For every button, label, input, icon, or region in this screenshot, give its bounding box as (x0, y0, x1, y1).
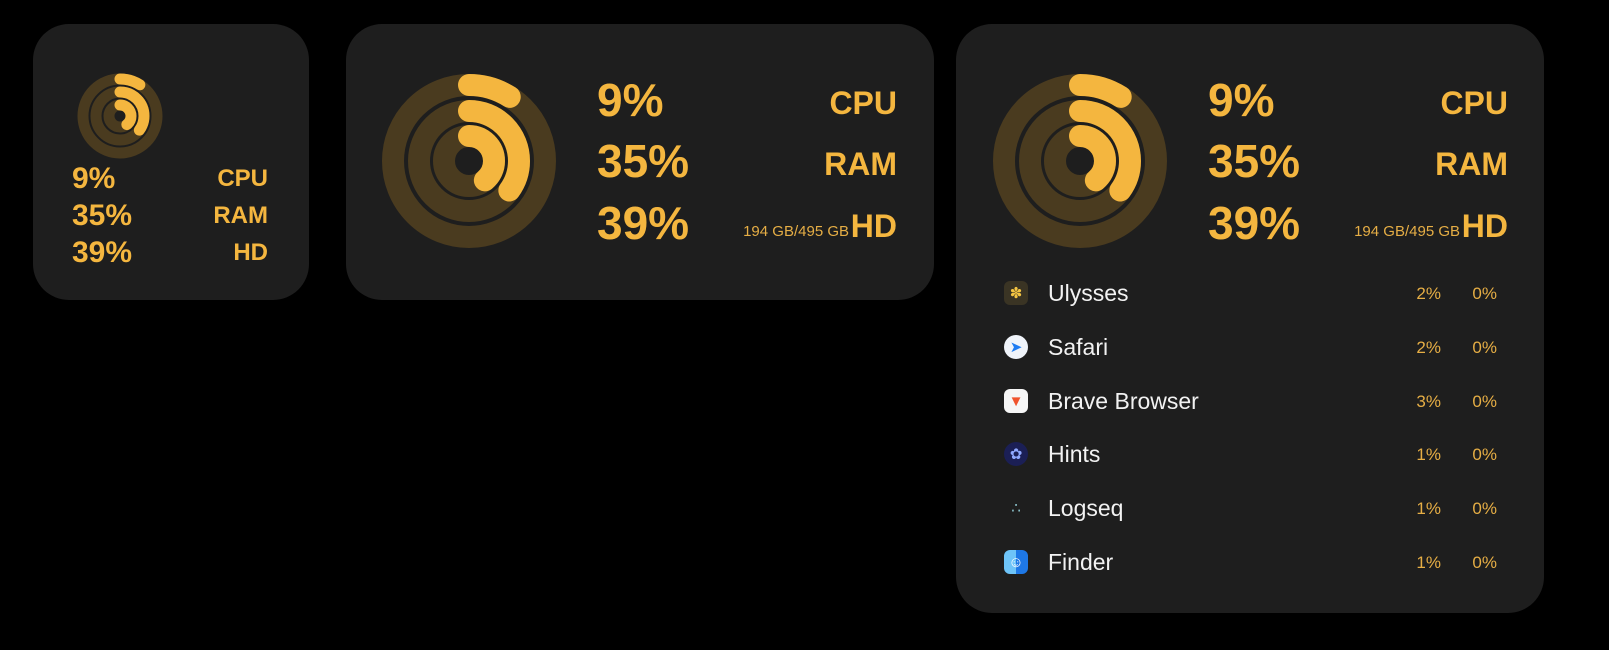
process-ram: 0% (1472, 445, 1497, 464)
process-row[interactable]: ✽ Ulysses 2% 0% (1004, 277, 1500, 309)
ram-label: RAM (1435, 146, 1508, 182)
cpu-percent: 9% (597, 74, 664, 126)
ram-stat-row: 35% RAM (72, 195, 268, 231)
hd-stat-row: 39% 194 GB/495 GB HD (1208, 198, 1508, 246)
usage-rings-icon (382, 74, 556, 248)
hd-label: HD (1461, 208, 1508, 244)
hd-percent: 39% (597, 197, 690, 249)
process-name: Safari (1048, 334, 1109, 360)
compass-icon: ➤ (1004, 335, 1028, 359)
finder-face-icon: ☺ (1004, 550, 1028, 574)
ram-percent: 35% (597, 135, 690, 187)
process-ram: 0% (1472, 499, 1497, 518)
process-cpu: 2% (1416, 284, 1441, 303)
hd-stat-row: 39% HD (72, 232, 268, 268)
ram-label: RAM (824, 146, 897, 182)
process-ram: 0% (1472, 338, 1497, 357)
cpu-label: CPU (829, 85, 897, 121)
cpu-label: CPU (1440, 85, 1508, 121)
process-ram: 0% (1472, 284, 1497, 303)
process-name: Logseq (1048, 495, 1124, 521)
hd-capacity: 194 GB/495 GB (743, 223, 849, 240)
process-ram: 0% (1472, 553, 1497, 572)
process-row[interactable]: ☺ Finder 1% 0% (1004, 546, 1500, 578)
lion-shield-icon: ▼ (1004, 389, 1028, 413)
process-name: Finder (1048, 549, 1114, 575)
process-row[interactable]: ▼ Brave Browser 3% 0% (1004, 385, 1500, 417)
process-ram: 0% (1472, 392, 1497, 411)
cpu-percent: 9% (1208, 74, 1275, 126)
process-name: Brave Browser (1048, 388, 1199, 414)
medium-stats-widget[interactable]: 9% CPU 35% RAM 39% 194 GB/495 GB HD (346, 24, 934, 300)
cpu-stat-row: 9% CPU (597, 75, 897, 123)
process-cpu: 1% (1416, 553, 1441, 572)
cpu-label: CPU (217, 165, 268, 192)
process-name: Hints (1048, 441, 1101, 467)
ram-stat-row: 35% RAM (597, 136, 897, 184)
process-cpu: 1% (1416, 499, 1441, 518)
usage-rings-icon (993, 74, 1167, 248)
process-row[interactable]: ➤ Safari 2% 0% (1004, 331, 1500, 363)
process-cpu: 1% (1416, 445, 1441, 464)
large-stats-widget[interactable]: 9% CPU 35% RAM 39% 194 GB/495 GB HD ✽ Ul… (956, 24, 1544, 613)
hd-percent: 39% (72, 236, 133, 269)
cpu-percent: 9% (72, 162, 116, 195)
process-row[interactable]: ✿ Hints 1% 0% (1004, 438, 1500, 470)
hd-capacity: 194 GB/495 GB (1354, 223, 1460, 240)
process-row[interactable]: ∴ Logseq 1% 0% (1004, 492, 1500, 524)
hd-percent: 39% (1208, 197, 1301, 249)
ram-percent: 35% (1208, 135, 1301, 187)
hd-stat-row: 39% 194 GB/495 GB HD (597, 198, 897, 246)
dots-icon: ∴ (1011, 499, 1021, 517)
process-cpu: 3% (1416, 392, 1441, 411)
process-cpu: 2% (1416, 338, 1441, 357)
process-name: Ulysses (1048, 280, 1129, 306)
hd-label: HD (233, 239, 268, 266)
ram-label: RAM (213, 202, 268, 229)
butterfly-icon: ✽ (1004, 281, 1028, 305)
cpu-stat-row: 9% CPU (1208, 75, 1508, 123)
hd-label: HD (850, 208, 897, 244)
ram-stat-row: 35% RAM (1208, 136, 1508, 184)
feather-icon: ✿ (1004, 442, 1028, 466)
ram-percent: 35% (72, 199, 133, 232)
cpu-stat-row: 9% CPU (72, 158, 268, 194)
small-stats-widget[interactable]: 9% CPU 35% RAM 39% HD (33, 24, 309, 300)
